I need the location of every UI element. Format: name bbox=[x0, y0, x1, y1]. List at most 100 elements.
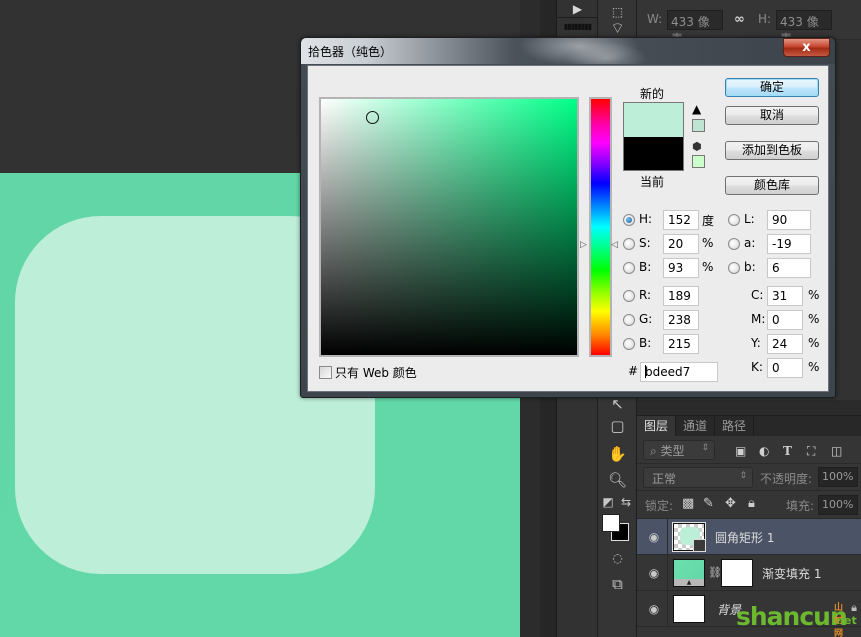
hue-slider-left-arrow-icon[interactable]: ▷ bbox=[580, 240, 587, 250]
web-safe-cube-icon: ⬢ bbox=[692, 140, 702, 153]
lock-position-icon[interactable]: ✥ bbox=[725, 496, 736, 511]
search-icon: ⌕ bbox=[650, 444, 661, 458]
layer-row[interactable]: ◉ 圆角矩形 1 bbox=[637, 519, 861, 555]
vector-mask-icon bbox=[693, 539, 706, 552]
eye-icon[interactable]: ◉ bbox=[645, 530, 663, 544]
play-icon[interactable]: ▶ bbox=[557, 0, 598, 18]
cyan-input[interactable]: 31 bbox=[767, 286, 803, 306]
layer-mask-thumbnail[interactable] bbox=[721, 559, 753, 587]
cyan-label: C: bbox=[751, 288, 764, 302]
current-color-swatch[interactable] bbox=[624, 137, 683, 170]
type-filter-icon[interactable]: T bbox=[783, 444, 792, 458]
hand-tool-icon[interactable]: ✋ bbox=[598, 442, 637, 466]
lab-l-radio[interactable] bbox=[728, 214, 740, 226]
link-icon[interactable]: ∞ bbox=[734, 12, 745, 27]
blue-radio[interactable] bbox=[623, 338, 635, 350]
height-label: H: bbox=[758, 12, 772, 26]
swap-colors-icon[interactable]: ⇆ bbox=[616, 490, 636, 514]
chain-link-icon[interactable]: ⛓ bbox=[708, 566, 722, 579]
foreground-color-swatch[interactable] bbox=[602, 514, 620, 532]
smart-object-filter-icon[interactable]: ◫ bbox=[831, 444, 842, 458]
brightness-input[interactable]: 93 bbox=[663, 258, 699, 278]
hue-slider-right-arrow-icon[interactable]: ◁ bbox=[611, 240, 618, 250]
lab-b-radio[interactable] bbox=[728, 262, 740, 274]
screen-mode-icon[interactable]: ⧉ bbox=[598, 572, 637, 596]
fill-field[interactable]: 100% bbox=[818, 495, 858, 515]
fill-label: 填充: bbox=[786, 499, 815, 513]
width-field[interactable]: 433 像素 bbox=[667, 10, 723, 46]
close-icon: x bbox=[802, 40, 811, 55]
lock-transparency-icon[interactable]: ▩ bbox=[682, 496, 694, 511]
brightness-radio[interactable] bbox=[623, 262, 635, 274]
color-libraries-button[interactable]: 颜色库 bbox=[725, 176, 819, 195]
rounded-rect-tool-icon[interactable]: ▢ bbox=[598, 414, 637, 438]
quick-mask-icon[interactable]: ◌ bbox=[598, 546, 637, 570]
red-label: R: bbox=[639, 288, 652, 302]
updown-arrows-icon: ⇕ bbox=[739, 471, 747, 481]
lock-pixels-icon[interactable]: ✎ bbox=[703, 496, 714, 511]
yellow-input[interactable]: 24 bbox=[767, 334, 803, 354]
lab-b-input[interactable]: 6 bbox=[767, 258, 811, 278]
opacity-field[interactable]: 100% bbox=[818, 467, 858, 487]
lab-l-label: L: bbox=[744, 212, 755, 226]
layer-name[interactable]: 渐变填充 1 bbox=[762, 565, 821, 582]
filter-type-select[interactable]: ⌕ 类型 ⇕ bbox=[643, 440, 715, 460]
pixel-filter-icon[interactable]: ▣ bbox=[735, 444, 746, 458]
saturation-brightness-field[interactable] bbox=[319, 97, 579, 357]
ok-button[interactable]: 确定 bbox=[725, 78, 819, 97]
hue-slider[interactable] bbox=[589, 97, 612, 357]
tab-channels[interactable]: 通道 bbox=[676, 416, 716, 436]
layer-thumbnail bbox=[673, 595, 705, 623]
current-color-label: 当前 bbox=[640, 175, 665, 189]
eye-icon[interactable]: ◉ bbox=[645, 566, 663, 580]
checkbox[interactable] bbox=[319, 366, 332, 379]
panel-tabs: 图层 通道 路径 bbox=[637, 416, 861, 436]
layer-name[interactable]: 圆角矩形 1 bbox=[715, 529, 774, 546]
lock-all-icon[interactable]: 🔒︎ bbox=[748, 496, 755, 511]
dialog-titlebar[interactable]: 拾色器（纯色） bbox=[301, 38, 835, 64]
hue-input[interactable]: 152 bbox=[663, 210, 699, 230]
web-safe-swatch[interactable] bbox=[692, 155, 705, 168]
layer-filter-row: ⌕ 类型 ⇕ ▣ ◐ T ⛶ ◫ bbox=[637, 436, 861, 464]
gamut-warning-icon: ▲ bbox=[692, 102, 702, 116]
red-input[interactable]: 189 bbox=[663, 286, 699, 306]
black-input[interactable]: 0 bbox=[767, 358, 803, 378]
saturation-radio[interactable] bbox=[623, 238, 635, 250]
adjustment-filter-icon[interactable]: ◐ bbox=[759, 444, 769, 458]
panel-grip-icon[interactable]: ▮▮▮▮▮▮▮▮ bbox=[557, 18, 598, 34]
tab-paths[interactable]: 路径 bbox=[715, 416, 755, 436]
magenta-input[interactable]: 0 bbox=[767, 310, 803, 330]
eye-icon[interactable]: ◉ bbox=[645, 602, 663, 616]
saturation-input[interactable]: 20 bbox=[663, 234, 699, 254]
default-colors-icon[interactable]: ◩ bbox=[598, 490, 618, 514]
color-cursor[interactable] bbox=[366, 111, 379, 124]
red-radio[interactable] bbox=[623, 290, 635, 302]
height-field[interactable]: 433 像素 bbox=[776, 10, 832, 46]
layer-row[interactable]: ◉ ▲ ⛓ 渐变填充 1 bbox=[637, 555, 861, 591]
hue-label: H: bbox=[639, 212, 653, 226]
layer-thumbnail: ▲ bbox=[673, 559, 705, 587]
add-to-swatches-button[interactable]: 添加到色板 bbox=[725, 141, 819, 160]
lab-a-radio[interactable] bbox=[728, 238, 740, 250]
close-button[interactable]: x bbox=[783, 38, 830, 57]
width-label: W: bbox=[647, 12, 663, 26]
dialog-title: 拾色器（纯色） bbox=[308, 45, 393, 59]
blend-mode-select[interactable]: 正常 ⇕ bbox=[643, 467, 753, 488]
hue-radio[interactable] bbox=[623, 214, 635, 226]
divider bbox=[667, 591, 668, 627]
zoom-tool-icon[interactable]: 🔍︎ bbox=[598, 468, 637, 492]
blue-label: B: bbox=[639, 336, 652, 350]
blue-input[interactable]: 215 bbox=[663, 334, 699, 354]
hex-input[interactable]: bdeed7 bbox=[640, 362, 718, 382]
web-only-checkbox[interactable]: 只有 Web 颜色 bbox=[319, 364, 417, 381]
gamut-warning-swatch[interactable] bbox=[692, 119, 705, 132]
lab-a-input[interactable]: -19 bbox=[767, 234, 811, 254]
shape-filter-icon[interactable]: ⛶ bbox=[807, 444, 815, 459]
tab-layers[interactable]: 图层 bbox=[637, 416, 677, 436]
green-radio[interactable] bbox=[623, 314, 635, 326]
options-bar: W: 433 像素 ∞ H: 433 像素 bbox=[637, 0, 861, 46]
filter-type-label: 类型 bbox=[660, 444, 685, 458]
lab-l-input[interactable]: 90 bbox=[767, 210, 811, 230]
cancel-button[interactable]: 取消 bbox=[725, 106, 819, 125]
green-input[interactable]: 238 bbox=[663, 310, 699, 330]
